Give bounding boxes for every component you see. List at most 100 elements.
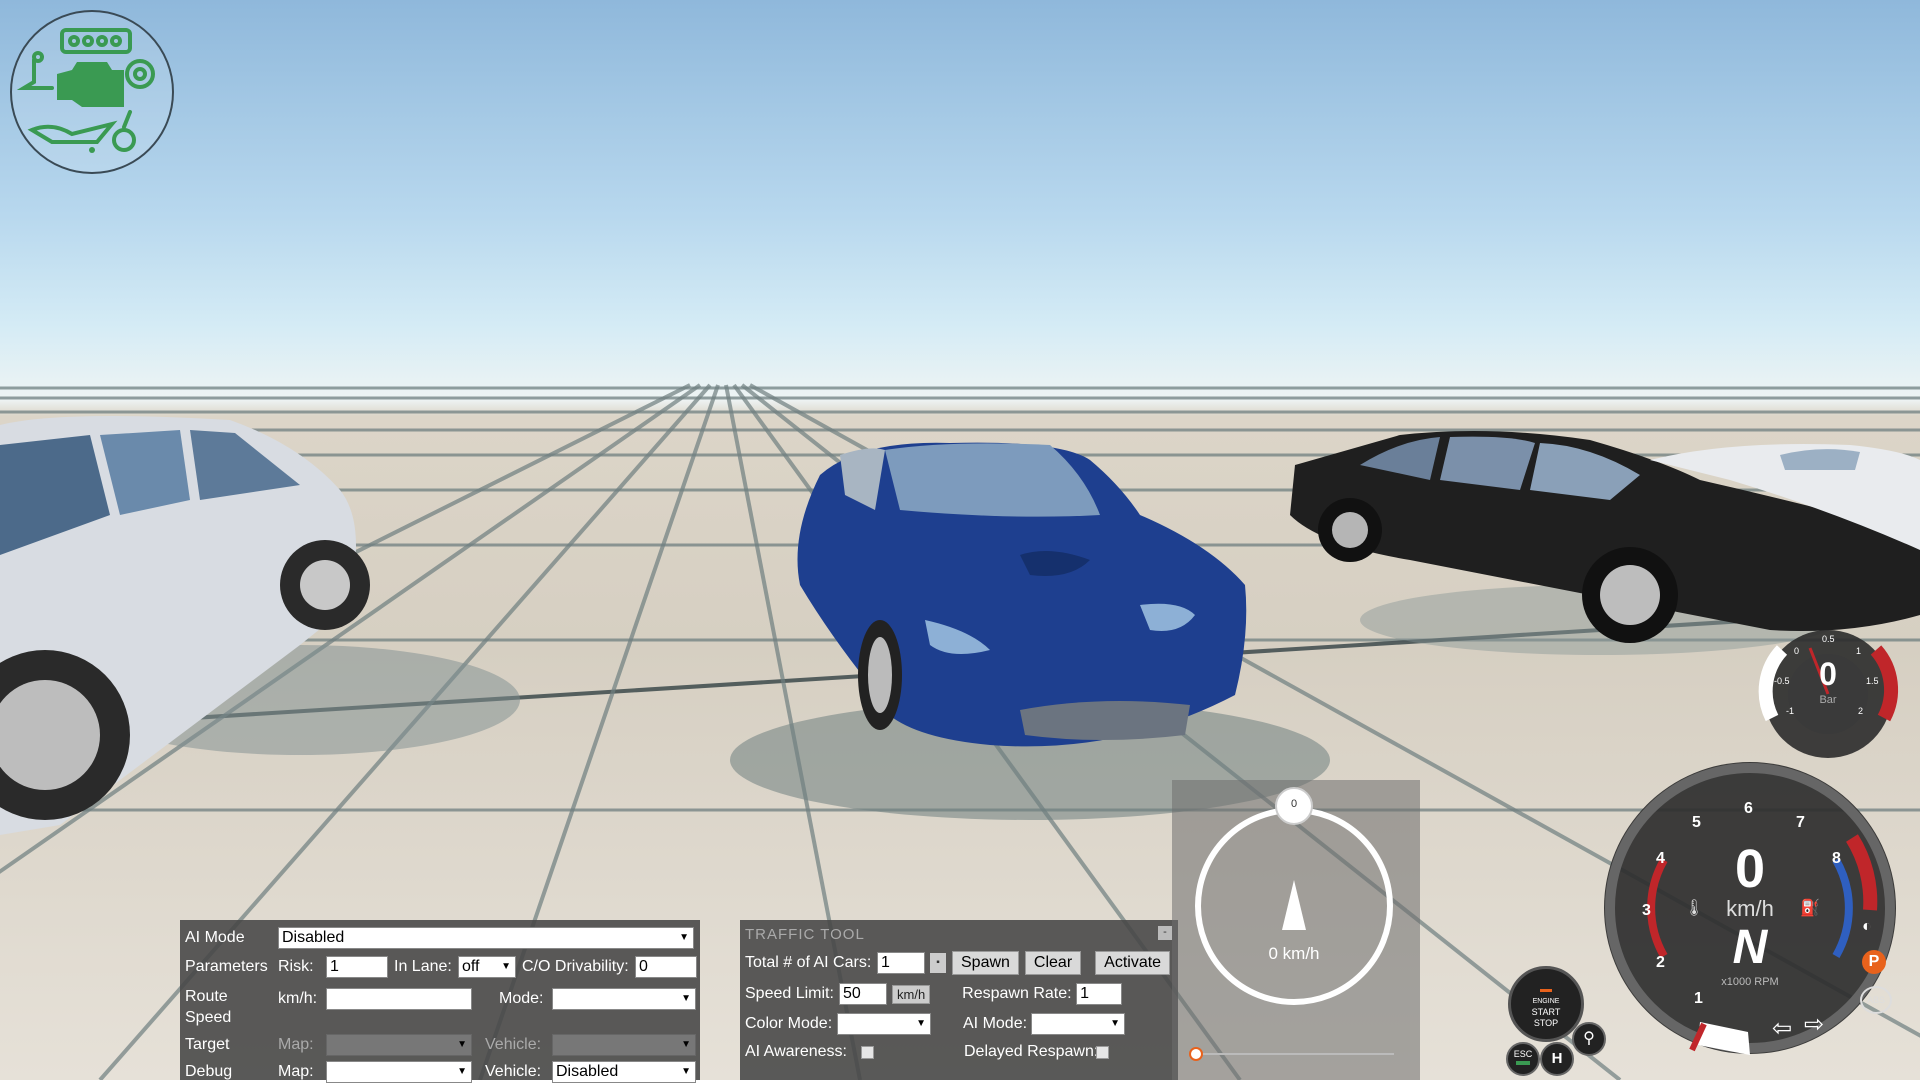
route-speed-label-line2: Speed — [185, 1009, 232, 1026]
chevron-down-icon: ▼ — [681, 1039, 691, 1050]
navigator-panel: 0 0 km/h — [1172, 780, 1420, 1080]
heading-value: 0 — [1290, 798, 1298, 810]
rpm-tick-label: 6 — [1744, 800, 1753, 817]
boost-tick-label: 0.5 — [1822, 634, 1835, 644]
risk-input[interactable]: 1 — [326, 956, 388, 978]
chevron-down-icon: ▼ — [457, 1066, 467, 1077]
compass — [1189, 787, 1394, 1061]
debug-label: Debug — [185, 1063, 233, 1080]
traffic-ai-mode-label: AI Mode: — [963, 1015, 1028, 1032]
turn-signal-right-icon: ⇨ — [1804, 1011, 1825, 1038]
chevron-down-icon: ▼ — [501, 961, 511, 972]
co-drivability-input[interactable]: 0 — [635, 956, 697, 978]
handbrake-indicator: H — [1540, 1042, 1574, 1076]
target-label: Target — [185, 1036, 230, 1053]
engine-status-led — [1540, 989, 1552, 992]
engine-label-line3: STOP — [1533, 1018, 1559, 1028]
rpm-tick-label: 4 — [1656, 850, 1665, 867]
route-mode-select[interactable]: ▼ — [552, 988, 696, 1010]
target-vehicle-label: Vehicle: — [485, 1036, 542, 1053]
delayed-respawn-label: Delayed Respawn: — [964, 1043, 1099, 1060]
traffic-ai-mode-select[interactable]: ▼ — [1031, 1013, 1125, 1035]
rpm-tick-label: 5 — [1692, 814, 1701, 831]
debug-vehicle-value: Disabled — [556, 1063, 619, 1080]
debug-map-label: Map: — [278, 1063, 314, 1080]
rpm-tick-label: 2 — [1656, 954, 1665, 971]
speed-unit: km/h — [1726, 896, 1774, 921]
co-drivability-label: C/O Drivability: — [522, 958, 629, 975]
total-ai-cars-input[interactable]: 1 — [877, 952, 925, 974]
random-button[interactable]: ▪ — [930, 953, 946, 973]
delayed-respawn-checkbox[interactable] — [1096, 1045, 1109, 1059]
debug-vehicle-label: Vehicle: — [485, 1063, 542, 1080]
route-speed-input[interactable] — [326, 988, 472, 1010]
ai-mode-label: AI Mode — [185, 929, 245, 946]
risk-label: Risk: — [278, 958, 314, 975]
respawn-rate-label: Respawn Rate: — [962, 985, 1072, 1002]
boost-unit: Bar — [1819, 694, 1837, 706]
speed-value: 0 — [1734, 839, 1766, 899]
ai-mode-select[interactable]: Disabled ▼ — [278, 927, 694, 949]
parameters-label: Parameters — [185, 958, 268, 975]
route-speed-label-line1: Route — [185, 988, 228, 1005]
speed-unit-button[interactable]: km/h — [892, 984, 931, 1004]
in-lane-label: In Lane: — [394, 958, 452, 975]
boost-tick-label: -1 — [1786, 706, 1795, 716]
ai-awareness-checkbox[interactable] — [861, 1045, 874, 1059]
in-lane-select[interactable]: off ▼ — [458, 956, 516, 978]
spawn-button[interactable]: Spawn — [952, 951, 1019, 975]
zoom-slider[interactable] — [1186, 1046, 1402, 1062]
ai-awareness-label: AI Awareness: — [745, 1043, 847, 1060]
in-lane-value: off — [462, 958, 480, 975]
engine-start-stop-button[interactable]: ENGINE START STOP — [1508, 966, 1584, 1042]
driver-assist-icon[interactable]: ⚲ — [1572, 1022, 1606, 1056]
rpm-tick-label: 8 — [1832, 850, 1841, 867]
speed-limit-label: Speed Limit: — [745, 985, 834, 1002]
engine-label-line1: ENGINE — [1532, 998, 1560, 1005]
ai-control-panel: AI Mode Disabled ▼ Parameters Risk: 1 In… — [180, 920, 700, 1083]
target-map-select: ▼ — [326, 1034, 472, 1056]
esc-indicator: ESC — [1506, 1042, 1540, 1076]
mode-label: Mode: — [499, 990, 544, 1007]
boost-value: 0 — [1819, 656, 1837, 692]
clear-button[interactable]: Clear — [1024, 951, 1082, 975]
boost-tick-label: 2 — [1858, 706, 1864, 716]
kmh-label: km/h: — [278, 990, 318, 1007]
color-mode-select[interactable]: ▼ — [837, 1013, 931, 1035]
turn-signal-left-icon: ⇦ — [1772, 1015, 1793, 1042]
coolant-temp-icon: 🌡 — [1684, 900, 1705, 917]
chevron-down-icon: ▼ — [916, 1018, 926, 1029]
boost-tick-label: 1 — [1856, 646, 1862, 656]
rpm-tick-label: 3 — [1642, 902, 1651, 919]
target-map-label: Map: — [278, 1036, 314, 1053]
damage-monitor — [10, 10, 174, 174]
white-limousine — [1650, 444, 1920, 550]
total-ai-cars-label: Total # of AI Cars: — [745, 954, 872, 971]
esc-led — [1516, 1061, 1530, 1065]
boost-tick-label: -0.5 — [1774, 676, 1790, 686]
rpm-tick-label: 1 — [1694, 990, 1703, 1007]
ai-mode-value: Disabled — [282, 929, 345, 946]
respawn-rate-input[interactable]: 1 — [1076, 983, 1123, 1005]
target-vehicle-select: ▼ — [552, 1034, 696, 1056]
activate-button[interactable]: Activate — [1095, 951, 1171, 975]
parking-brake-indicator: P — [1862, 950, 1886, 974]
chevron-down-icon: ▼ — [681, 993, 691, 1004]
chevron-down-icon: ▼ — [457, 1039, 467, 1050]
nav-speed-readout: 0 km/h — [1268, 944, 1320, 963]
engine-damage-icons — [16, 28, 155, 153]
rpm-tick-label: 7 — [1796, 814, 1805, 831]
esc-label: ESC — [1513, 1049, 1533, 1059]
boost-gauge: 0 Bar -1 -0.5 0 0.5 1 1.5 2 — [1752, 628, 1904, 760]
tachometer: 0 km/h N x1000 RPM 1 2 3 4 5 6 7 8 🌡 ⛽ ◐… — [1600, 760, 1904, 1060]
gear-indicator: N — [1732, 921, 1768, 974]
engine-label-line2: START — [1531, 1007, 1561, 1017]
traffic-tool-title: TRAFFIC TOOL — [745, 926, 865, 943]
chevron-down-icon: ▼ — [679, 932, 689, 943]
white-suv — [0, 416, 370, 835]
blue-sports-car — [797, 442, 1247, 747]
fuel-icon: ⛽ — [1800, 900, 1820, 917]
panel-minimize-button[interactable]: - — [1158, 926, 1172, 940]
boost-tick-label: 1.5 — [1866, 676, 1879, 686]
speed-limit-input[interactable]: 50 — [839, 983, 887, 1005]
